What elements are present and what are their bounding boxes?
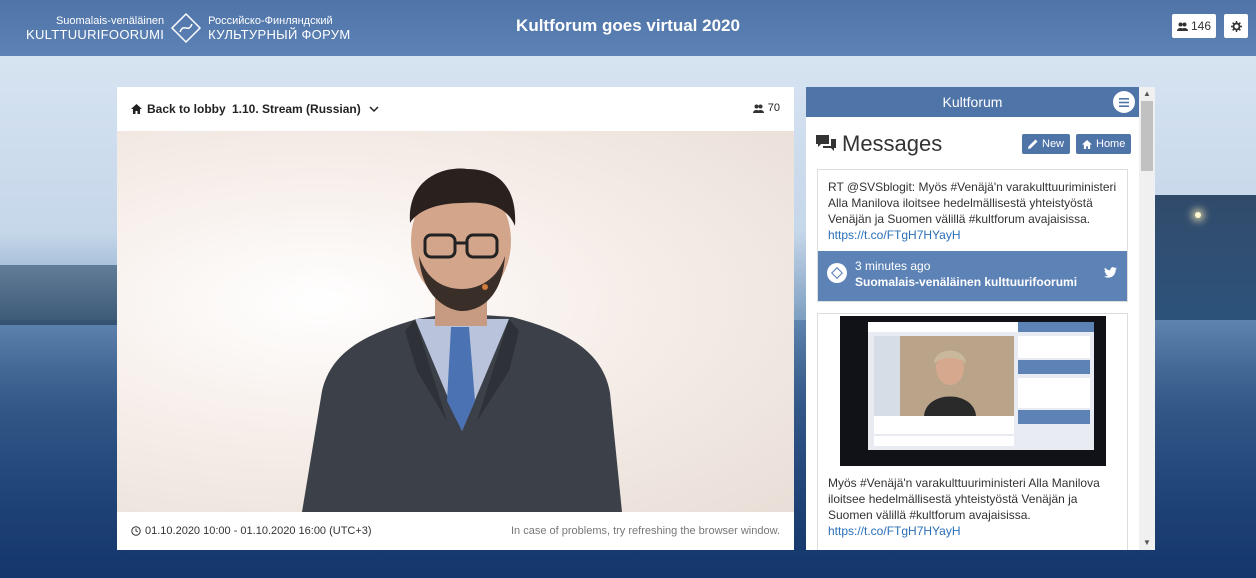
message-image-frame: [868, 322, 1094, 450]
stream-selector-label: 1.10. Stream (Russian): [232, 102, 361, 116]
stream-viewer-count: 70: [752, 102, 780, 114]
twitter-icon[interactable]: [1104, 267, 1117, 278]
chat-scrollbar-thumb[interactable]: [1141, 101, 1153, 171]
chat-header: Kultforum: [806, 87, 1139, 117]
settings-button[interactable]: [1224, 14, 1248, 38]
message-author[interactable]: Suomalais-venäläinen kulttuurifoorumi: [855, 275, 1077, 289]
back-to-lobby-label: Back to lobby: [147, 102, 226, 116]
stream-schedule: 01.10.2020 10:00 - 01.10.2020 16:00 (UTC…: [131, 525, 372, 537]
refresh-hint: In case of problems, try refreshing the …: [510, 525, 780, 537]
chat-home-label: Home: [1096, 138, 1126, 150]
message-image[interactable]: [840, 316, 1106, 466]
scroll-down-arrow[interactable]: ▼: [1143, 538, 1151, 547]
stream-schedule-text: 01.10.2020 10:00 - 01.10.2020 16:00 (UTC…: [145, 525, 372, 537]
background-shore-right: [1146, 195, 1256, 320]
messages-heading-text: Messages: [842, 131, 943, 156]
video-toolbar: Back to lobby 1.10. Stream (Russian) 70: [117, 87, 794, 131]
home-icon: [131, 104, 142, 114]
video-panel: Back to lobby 1.10. Stream (Russian) 70: [117, 87, 794, 550]
top-header: Suomalais-venäläinen KULTTUURIFOORUMI Ро…: [0, 0, 1256, 56]
video-player[interactable]: [117, 131, 794, 512]
message-text: RT @SVSblogit: Myös #Venäjä'n varakulttu…: [828, 179, 1118, 243]
avatar: [827, 263, 847, 283]
chat-scrollbar[interactable]: ▲ ▼: [1139, 87, 1155, 550]
chat-panel: Kultforum Messages New Home RT @SVSblogi…: [806, 87, 1155, 550]
message-text: Myös #Venäjä'n varakulttuuriministeri Al…: [828, 475, 1118, 539]
stream-viewer-count-value: 70: [767, 102, 780, 114]
scroll-up-arrow[interactable]: ▲: [1143, 89, 1151, 98]
page-title: Kultforum goes virtual 2020: [516, 16, 740, 35]
chat-home-button[interactable]: Home: [1076, 134, 1132, 154]
speaker-video-frame: [302, 168, 622, 512]
background-lamp: [1195, 212, 1201, 218]
video-footer: 01.10.2020 10:00 - 01.10.2020 16:00 (UTC…: [117, 512, 794, 550]
new-message-label: New: [1042, 138, 1065, 150]
chat-menu-button[interactable]: [1113, 91, 1135, 113]
clock-icon: [131, 526, 141, 536]
chat-header-title: Kultforum: [942, 94, 1003, 110]
hamburger-icon: [1119, 97, 1129, 107]
gear-icon: [1230, 20, 1242, 32]
message-time: 3 minutes ago: [855, 259, 931, 273]
home-icon: [1082, 139, 1092, 149]
chat-bubbles-icon: [816, 135, 836, 151]
background-shore-left: [0, 265, 120, 325]
new-message-button[interactable]: New: [1022, 134, 1071, 154]
messages-heading: Messages: [816, 131, 942, 157]
users-icon: [1176, 22, 1188, 31]
message-body: RT @SVSblogit: Myös #Venäjä'n varakulttu…: [828, 180, 1117, 226]
online-users-button[interactable]: 146: [1172, 14, 1216, 38]
message-card: RT @SVSblogit: Myös #Venäjä'n varakulttu…: [817, 169, 1128, 302]
back-to-lobby-link[interactable]: Back to lobby: [131, 102, 226, 116]
users-icon: [752, 104, 764, 113]
message-footer: 3 minutes ago Suomalais-venäläinen kultt…: [818, 251, 1127, 301]
pencil-icon: [1028, 139, 1038, 149]
message-card: Myös #Venäjä'n varakulttuuriministeri Al…: [817, 313, 1128, 550]
forum-logo-icon: [831, 267, 843, 279]
chevron-down-icon: [369, 105, 379, 112]
message-link[interactable]: https://t.co/FTgH7HYayH: [828, 524, 961, 538]
stream-selector[interactable]: 1.10. Stream (Russian): [232, 102, 379, 116]
message-body: Myös #Venäjä'n varakulttuuriministeri Al…: [828, 476, 1100, 522]
message-link[interactable]: https://t.co/FTgH7HYayH: [828, 228, 961, 242]
online-users-count: 146: [1190, 19, 1212, 33]
